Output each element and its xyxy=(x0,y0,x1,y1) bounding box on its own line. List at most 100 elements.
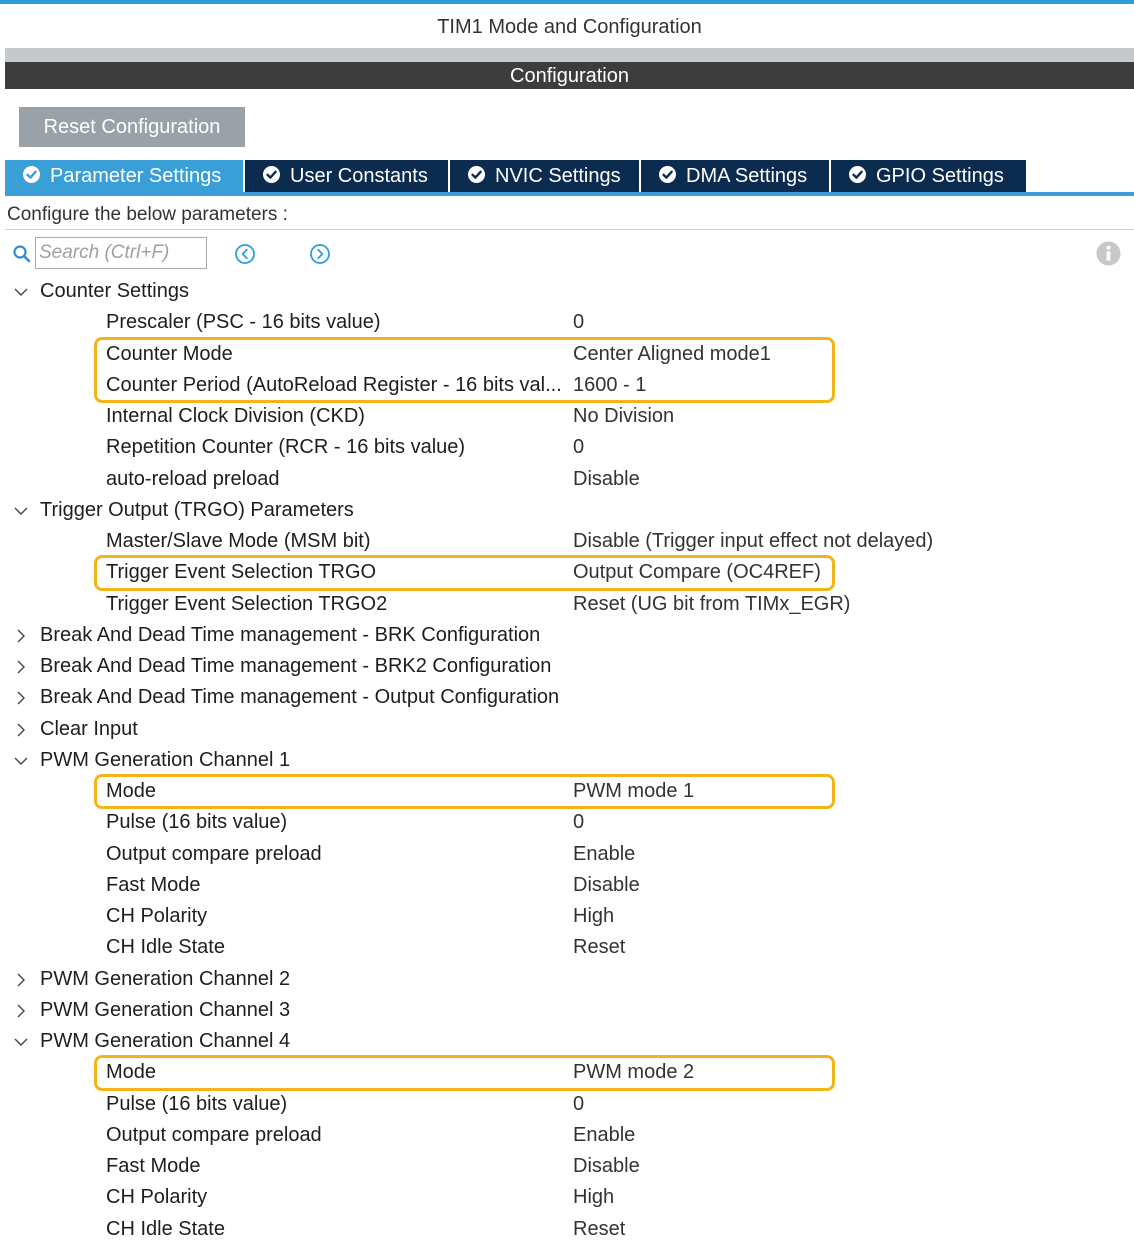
tab-label: DMA Settings xyxy=(686,165,808,187)
section-header: Configuration xyxy=(5,62,1134,89)
parameter-row[interactable]: auto-reload preload Disable xyxy=(0,464,1134,495)
group-label: PWM Generation Channel 3 xyxy=(40,998,291,1021)
tree-group-row[interactable]: PWM Generation Channel 4 xyxy=(0,1026,1134,1057)
parameter-value[interactable]: High xyxy=(573,1182,614,1213)
parameter-value[interactable]: Disable xyxy=(573,870,640,901)
tree-group-row[interactable]: PWM Generation Channel 2 xyxy=(0,964,1134,995)
parameter-label: Trigger Event Selection TRGO2 xyxy=(106,592,388,615)
parameter-label: CH Idle State xyxy=(106,1217,225,1240)
check-icon xyxy=(468,166,485,184)
chevron-right-icon[interactable] xyxy=(13,659,29,675)
parameter-row[interactable]: Trigger Event Selection TRGO2 Reset (UG b… xyxy=(0,589,1134,620)
parameter-row[interactable]: CH Idle State Reset xyxy=(0,1214,1134,1245)
tab-dma-settings[interactable]: DMA Settings xyxy=(641,160,829,193)
search-input[interactable] xyxy=(35,237,207,269)
tab-label: User Constants xyxy=(290,165,428,187)
check-icon xyxy=(23,166,40,184)
chevron-down-icon[interactable] xyxy=(13,1034,29,1050)
tree-group-row[interactable]: PWM Generation Channel 1 xyxy=(0,745,1134,776)
chevron-right-icon[interactable] xyxy=(13,690,29,706)
parameter-row[interactable]: CH Polarity High xyxy=(0,1182,1134,1213)
parameter-value[interactable]: No Division xyxy=(573,401,674,432)
chevron-right-icon[interactable] xyxy=(13,1003,29,1019)
parameter-row[interactable]: Internal Clock Division (CKD) No Division xyxy=(0,401,1134,432)
parameter-value[interactable]: Disable (Trigger input effect not delaye… xyxy=(573,526,933,557)
group-label: PWM Generation Channel 4 xyxy=(40,1030,291,1052)
reset-configuration-button[interactable]: Reset Configuration xyxy=(19,107,245,147)
tree-group-row[interactable]: Break And Dead Time management - BRK Con… xyxy=(0,620,1134,651)
tree-group-row[interactable]: PWM Generation Channel 3 xyxy=(0,995,1134,1026)
parameter-label: Mode xyxy=(106,1061,157,1084)
parameter-label: Mode xyxy=(106,780,157,802)
parameter-row[interactable]: Fast Mode Disable xyxy=(0,1151,1134,1182)
tab-parameter-settings[interactable]: Parameter Settings xyxy=(5,160,243,193)
parameter-row[interactable]: Fast Mode Disable xyxy=(0,870,1134,901)
tree-group-row[interactable]: Clear Input xyxy=(0,714,1134,745)
parameter-row[interactable]: CH Polarity High xyxy=(0,901,1134,932)
parameter-row[interactable]: Counter Period (AutoReload Register - 16… xyxy=(0,370,1134,401)
tree-group-row[interactable]: Break And Dead Time management - Output … xyxy=(0,682,1134,713)
chevron-right-icon[interactable] xyxy=(13,628,29,644)
tab-nvic-settings[interactable]: NVIC Settings xyxy=(450,160,639,193)
parameter-value[interactable]: 0 xyxy=(573,432,584,463)
parameter-value[interactable]: 0 xyxy=(573,807,584,838)
group-label: Break And Dead Time management - BRK Con… xyxy=(40,623,541,646)
parameter-value[interactable]: Disable xyxy=(573,1151,640,1182)
tree-group-row[interactable]: Break And Dead Time management - BRK2 Co… xyxy=(0,651,1134,682)
parameter-value[interactable]: Reset xyxy=(573,932,625,963)
parameter-value[interactable]: Center Aligned mode1 xyxy=(573,339,771,370)
tab-label: GPIO Settings xyxy=(876,165,1004,187)
parameter-row[interactable]: Mode PWM mode 2 xyxy=(0,1057,1134,1088)
parameter-row[interactable]: Output compare preload Enable xyxy=(0,1120,1134,1151)
parameter-label: Pulse (16 bits value) xyxy=(106,811,288,834)
parameter-value[interactable]: Enable xyxy=(573,1120,635,1151)
parameter-value[interactable]: Output Compare (OC4REF) xyxy=(573,557,821,588)
chevron-right-icon[interactable] xyxy=(13,722,29,738)
parameter-label: Output compare preload xyxy=(106,1123,322,1146)
next-icon[interactable] xyxy=(309,243,331,265)
parameter-value[interactable]: High xyxy=(573,901,614,932)
group-label: PWM Generation Channel 2 xyxy=(40,967,291,990)
window-title: TIM1 Mode and Configuration xyxy=(5,4,1134,48)
info-icon[interactable] xyxy=(1096,241,1121,266)
parameter-label: Counter Period (AutoReload Register - 16… xyxy=(106,373,562,396)
tree-group-row[interactable]: Counter Settings xyxy=(0,276,1134,307)
parameter-label: CH Polarity xyxy=(106,905,208,927)
parameter-value[interactable]: PWM mode 2 xyxy=(573,1057,694,1088)
parameter-row[interactable]: Prescaler (PSC - 16 bits value) 0 xyxy=(0,307,1134,338)
previous-icon[interactable] xyxy=(234,243,256,265)
parameter-value[interactable]: Enable xyxy=(573,839,635,870)
chevron-down-icon[interactable] xyxy=(13,503,29,519)
parameter-row[interactable]: Mode PWM mode 1 xyxy=(0,776,1134,807)
parameter-row[interactable]: CH Idle State Reset xyxy=(0,932,1134,963)
parameter-row[interactable]: Master/Slave Mode (MSM bit) Disable (Trig… xyxy=(0,526,1134,557)
parameter-value[interactable]: Disable xyxy=(573,464,640,495)
group-label: Counter Settings xyxy=(40,280,189,302)
parameter-value[interactable]: Reset xyxy=(573,1214,625,1245)
parameter-row[interactable]: Pulse (16 bits value) 0 xyxy=(0,807,1134,838)
parameter-row[interactable]: Output compare preload Enable xyxy=(0,839,1134,870)
parameter-value[interactable]: 0 xyxy=(573,1089,584,1120)
parameter-value[interactable]: PWM mode 1 xyxy=(573,776,694,807)
chevron-down-icon[interactable] xyxy=(13,753,29,769)
tab-user-constants[interactable]: User Constants xyxy=(245,160,448,193)
tab-gpio-settings[interactable]: GPIO Settings xyxy=(831,160,1026,193)
parameter-row[interactable]: Counter Mode Center Aligned mode1 xyxy=(0,339,1134,370)
parameter-label: Master/Slave Mode (MSM bit) xyxy=(106,530,371,552)
parameter-value[interactable]: 0 xyxy=(573,307,584,338)
parameter-row[interactable]: Trigger Event Selection TRGO Output Compa… xyxy=(0,557,1134,588)
parameter-row[interactable]: Repetition Counter (RCR - 16 bits value)… xyxy=(0,432,1134,463)
parameter-label: Repetition Counter (RCR - 16 bits value) xyxy=(106,436,466,459)
parameter-row[interactable]: Pulse (16 bits value) 0 xyxy=(0,1089,1134,1120)
parameter-label: auto-reload preload xyxy=(106,467,280,490)
search-icon xyxy=(13,245,31,263)
check-icon xyxy=(849,166,866,184)
chevron-right-icon[interactable] xyxy=(13,972,29,988)
tree-group-row[interactable]: Trigger Output (TRGO) Parameters xyxy=(0,495,1134,526)
parameter-value[interactable]: Reset (UG bit from TIMx_EGR) xyxy=(573,589,850,620)
parameter-label: Fast Mode xyxy=(106,873,201,896)
chevron-down-icon[interactable] xyxy=(13,284,29,300)
parameter-value[interactable]: 1600 - 1 xyxy=(573,370,646,401)
check-icon xyxy=(263,166,280,184)
group-label: Trigger Output (TRGO) Parameters xyxy=(40,498,354,521)
